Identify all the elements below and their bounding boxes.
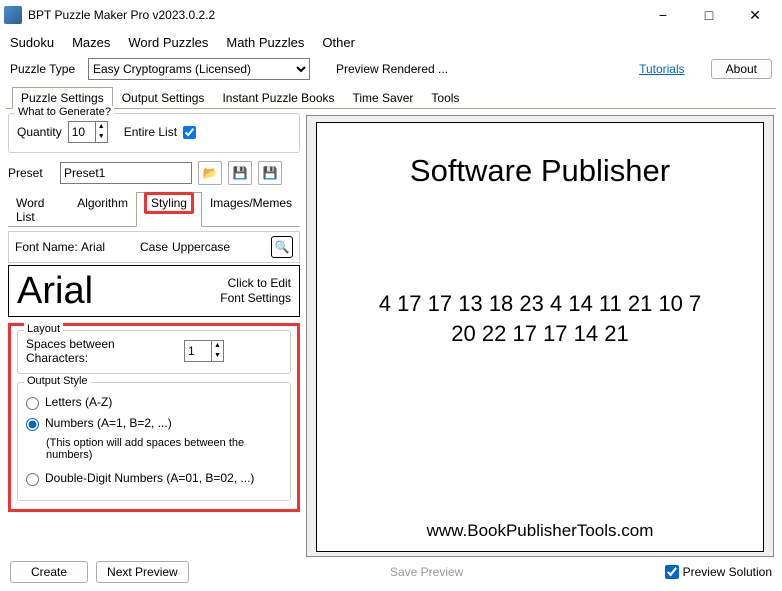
preview-page: Software Publisher 4 17 17 13 18 23 4 14… [316, 122, 764, 552]
menu-math-puzzles[interactable]: Math Puzzles [226, 35, 304, 50]
font-preview-box[interactable]: Arial Click to Edit Font Settings [8, 265, 300, 317]
subtab-word-list[interactable]: Word List [8, 192, 69, 227]
preview-solution-check[interactable]: Preview Solution [665, 565, 772, 579]
menubar: Sudoku Mazes Word Puzzles Math Puzzles O… [0, 30, 782, 54]
puzzle-type-label: Puzzle Type [10, 62, 80, 76]
preset-label: Preset [8, 166, 54, 180]
qty-up[interactable]: ▲ [96, 122, 107, 132]
layout-group: Layout Spaces between Characters: ▲▼ [17, 330, 291, 374]
entire-list-label: Entire List [124, 125, 177, 139]
save-icon: 💾 [233, 166, 248, 180]
entire-list-checkbox[interactable] [183, 126, 196, 139]
generate-legend: What to Generate? [15, 106, 114, 118]
font-settings-button[interactable]: 🔍 [271, 236, 293, 258]
folder-icon: 📂 [203, 166, 218, 180]
preview-solution-checkbox[interactable] [665, 565, 679, 579]
qty-down[interactable]: ▼ [96, 132, 107, 142]
window-title: BPT Puzzle Maker Pro v2023.0.2.2 [28, 8, 640, 22]
radio-numbers-note: (This option will add spaces between the… [46, 437, 282, 461]
maximize-button[interactable]: □ [686, 0, 732, 30]
menu-word-puzzles[interactable]: Word Puzzles [128, 35, 208, 50]
sp-down[interactable]: ▼ [212, 351, 223, 361]
next-preview-button[interactable]: Next Preview [96, 561, 189, 583]
save-preview-button[interactable]: Save Preview [390, 565, 463, 579]
minimize-button[interactable]: − [640, 0, 686, 30]
radio-numbers-label: Numbers (A=1, B=2, ...) [45, 416, 172, 430]
settings-panel: What to Generate? Quantity ▲▼ Entire Lis… [6, 109, 302, 557]
bottom-bar: Create Next Preview Save Preview Preview… [0, 555, 782, 591]
tab-instant-puzzle-books[interactable]: Instant Puzzle Books [213, 87, 343, 109]
spaces-input[interactable] [185, 341, 211, 361]
output-style-group: Output Style Letters (A-Z) Numbers (A=1,… [17, 382, 291, 501]
case-label: Case [140, 240, 168, 254]
preview-status: Preview Rendered ... [336, 62, 448, 76]
tab-time-saver[interactable]: Time Saver [344, 87, 423, 109]
preview-solution-label: Preview Solution [683, 565, 772, 579]
sp-up[interactable]: ▲ [212, 341, 223, 351]
what-to-generate-group: What to Generate? Quantity ▲▼ Entire Lis… [8, 113, 300, 153]
font-name-label: Font Name: [15, 240, 78, 254]
preview-url: www.BookPublisherTools.com [427, 521, 654, 541]
font-name-value: Arial [81, 240, 105, 254]
save-preset-as-button[interactable]: 💾 [258, 161, 282, 185]
tutorials-link[interactable]: Tutorials [639, 62, 685, 76]
radio-letters[interactable] [26, 397, 39, 410]
app-icon [4, 6, 22, 24]
font-preview-text: Arial [17, 270, 93, 313]
quantity-input[interactable] [69, 122, 95, 142]
menu-mazes[interactable]: Mazes [72, 35, 110, 50]
font-preview-hint: Click to Edit Font Settings [220, 276, 291, 306]
spaces-label: Spaces between Characters: [26, 337, 178, 365]
puzzle-type-row: Puzzle Type Easy Cryptograms (Licensed) … [0, 54, 782, 86]
save-as-icon: 💾 [263, 166, 278, 180]
menu-other[interactable]: Other [322, 35, 355, 50]
layout-output-highlight: Layout Spaces between Characters: ▲▼ Out… [8, 323, 300, 512]
radio-double-digit[interactable] [26, 473, 39, 486]
close-button[interactable]: ✕ [732, 0, 778, 30]
main-tabs: Puzzle Settings Output Settings Instant … [6, 86, 776, 109]
sub-tabs: Word List Algorithm Styling Images/Memes [8, 191, 300, 227]
tab-tools[interactable]: Tools [422, 87, 468, 109]
subtab-styling[interactable]: Styling [136, 192, 202, 227]
layout-legend: Layout [24, 323, 63, 335]
puzzle-type-select[interactable]: Easy Cryptograms (Licensed) [88, 58, 310, 80]
magnifier-icon: 🔍 [275, 240, 290, 254]
spaces-stepper[interactable]: ▲▼ [184, 340, 224, 362]
open-preset-button[interactable]: 📂 [198, 161, 222, 185]
tab-output-settings[interactable]: Output Settings [113, 87, 214, 109]
radio-double-digit-label: Double-Digit Numbers (A=01, B=02, ...) [45, 471, 254, 485]
about-button[interactable]: About [711, 59, 772, 79]
create-button[interactable]: Create [10, 561, 88, 583]
styling-highlight: Styling [144, 192, 194, 214]
preview-cipher: 4 17 17 13 18 23 4 14 11 21 10 7 20 22 1… [379, 289, 702, 349]
case-value: Uppercase [172, 240, 230, 254]
subtab-algorithm[interactable]: Algorithm [69, 192, 136, 227]
radio-letters-label: Letters (A-Z) [45, 395, 112, 409]
titlebar: BPT Puzzle Maker Pro v2023.0.2.2 − □ ✕ [0, 0, 782, 30]
preview-title: Software Publisher [410, 153, 670, 189]
subtab-images-memes[interactable]: Images/Memes [202, 192, 300, 227]
output-style-legend: Output Style [24, 375, 91, 387]
radio-numbers[interactable] [26, 418, 39, 431]
preview-pane: Software Publisher 4 17 17 13 18 23 4 14… [306, 115, 774, 557]
save-preset-button[interactable]: 💾 [228, 161, 252, 185]
font-row: Font Name: Arial Case Uppercase 🔍 [8, 231, 300, 263]
menu-sudoku[interactable]: Sudoku [10, 35, 54, 50]
quantity-stepper[interactable]: ▲▼ [68, 121, 108, 143]
preset-input[interactable] [60, 162, 192, 184]
quantity-label: Quantity [17, 125, 62, 139]
